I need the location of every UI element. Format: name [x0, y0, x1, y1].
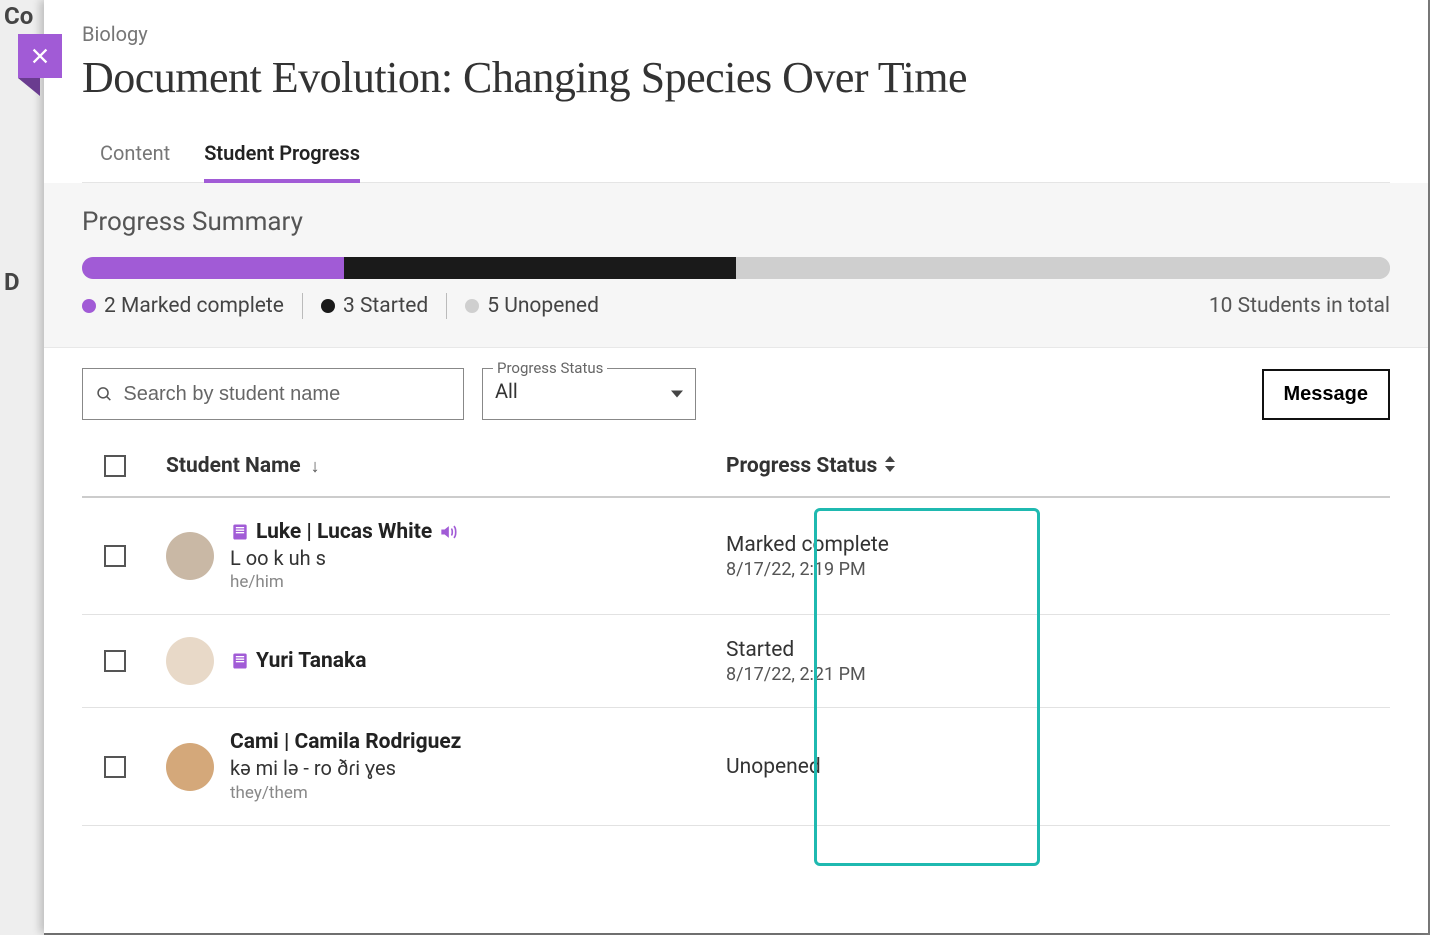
progress-time: 8/17/22, 2:21 PM	[726, 664, 956, 685]
tabbar: Content Student Progress	[82, 131, 1390, 183]
progress-status: Started	[726, 638, 956, 662]
progress-status-filter[interactable]: Progress Status All	[482, 368, 696, 420]
progress-seg-unopened	[736, 257, 1390, 279]
search-icon	[95, 384, 113, 404]
student-pronouns: they/them	[230, 783, 461, 803]
dot-icon	[321, 299, 335, 313]
legend-total: 10 Students in total	[1209, 294, 1390, 318]
book-icon	[230, 651, 250, 671]
audio-icon	[438, 522, 458, 542]
table-row[interactable]: Yuri Tanaka Started8/17/22, 2:21 PM	[82, 615, 1390, 708]
sort-down-icon: ↓	[311, 456, 320, 477]
avatar	[166, 743, 214, 791]
avatar	[166, 637, 214, 685]
dot-icon	[465, 299, 479, 313]
panel-header: Biology Document Evolution: Changing Spe…	[44, 0, 1428, 183]
column-student-name[interactable]: Student Name ↓	[166, 454, 726, 478]
select-all-checkbox[interactable]	[104, 455, 126, 477]
progress-legend: 2 Marked complete 3 Started 5 Unopened 1…	[82, 293, 1390, 319]
progress-seg-started	[344, 257, 736, 279]
left-rail: Co D	[0, 0, 44, 935]
column-student-name-label: Student Name	[166, 454, 301, 478]
legend-separator	[302, 293, 303, 319]
progress-status: Unopened	[726, 755, 956, 779]
student-name: Luke | Lucas White	[230, 520, 458, 544]
progress-time: 8/17/22, 2:19 PM	[726, 559, 956, 580]
legend-complete: 2 Marked complete	[82, 294, 284, 318]
avatar	[166, 532, 214, 580]
legend-unopened: 5 Unopened	[465, 294, 599, 318]
legend-separator	[446, 293, 447, 319]
legend-complete-text: 2 Marked complete	[104, 294, 284, 318]
student-phonetic: L oo k uh s	[230, 546, 458, 570]
search-input[interactable]	[123, 383, 451, 406]
table-header: Student Name ↓ Progress Status	[82, 430, 1390, 498]
filter-label: Progress Status	[493, 359, 607, 377]
progress-seg-complete	[82, 257, 344, 279]
message-button[interactable]: Message	[1262, 369, 1391, 420]
bg-text: Co	[4, 2, 33, 30]
table-row[interactable]: Cami | Camila Rodriguezkə mi lə - ro ðɾi…	[82, 708, 1390, 826]
legend-unopened-text: 5 Unopened	[487, 294, 599, 318]
search-input-wrap[interactable]	[82, 368, 464, 420]
row-checkbox[interactable]	[104, 545, 126, 567]
student-table: Student Name ↓ Progress Status Luke | Lu…	[44, 430, 1428, 826]
chevron-down-icon	[671, 391, 683, 398]
breadcrumb[interactable]: Biology	[82, 22, 1390, 46]
sort-icon	[883, 454, 897, 478]
student-name: Cami | Camila Rodriguez	[230, 730, 461, 754]
toolbar: Progress Status All Message	[44, 348, 1428, 430]
student-name: Yuri Tanaka	[230, 649, 366, 673]
progress-summary: Progress Summary 2 Marked complete 3 Sta…	[44, 183, 1428, 348]
row-checkbox[interactable]	[104, 650, 126, 672]
column-progress-status-label: Progress Status	[726, 454, 877, 478]
book-icon	[230, 522, 250, 542]
row-checkbox[interactable]	[104, 756, 126, 778]
legend-started: 3 Started	[321, 294, 428, 318]
dot-icon	[82, 299, 96, 313]
table-row[interactable]: Luke | Lucas White L oo k uh she/him Mark…	[82, 498, 1390, 615]
tab-student-progress[interactable]: Student Progress	[204, 131, 360, 183]
progress-bar	[82, 257, 1390, 279]
progress-summary-title: Progress Summary	[82, 207, 1390, 237]
column-progress-status[interactable]: Progress Status	[726, 454, 956, 478]
legend-started-text: 3 Started	[343, 294, 428, 318]
close-icon	[29, 45, 51, 67]
student-pronouns: he/him	[230, 572, 458, 592]
tab-content[interactable]: Content	[100, 131, 170, 183]
filter-value: All	[495, 379, 518, 403]
bg-text: D	[4, 268, 20, 296]
student-phonetic: kə mi lə - ro ðɾi ɣes	[230, 756, 461, 781]
main-panel: Biology Document Evolution: Changing Spe…	[44, 0, 1428, 933]
progress-status: Marked complete	[726, 533, 956, 557]
page-title: Document Evolution: Changing Species Ove…	[82, 52, 1390, 103]
close-button[interactable]	[18, 34, 62, 78]
